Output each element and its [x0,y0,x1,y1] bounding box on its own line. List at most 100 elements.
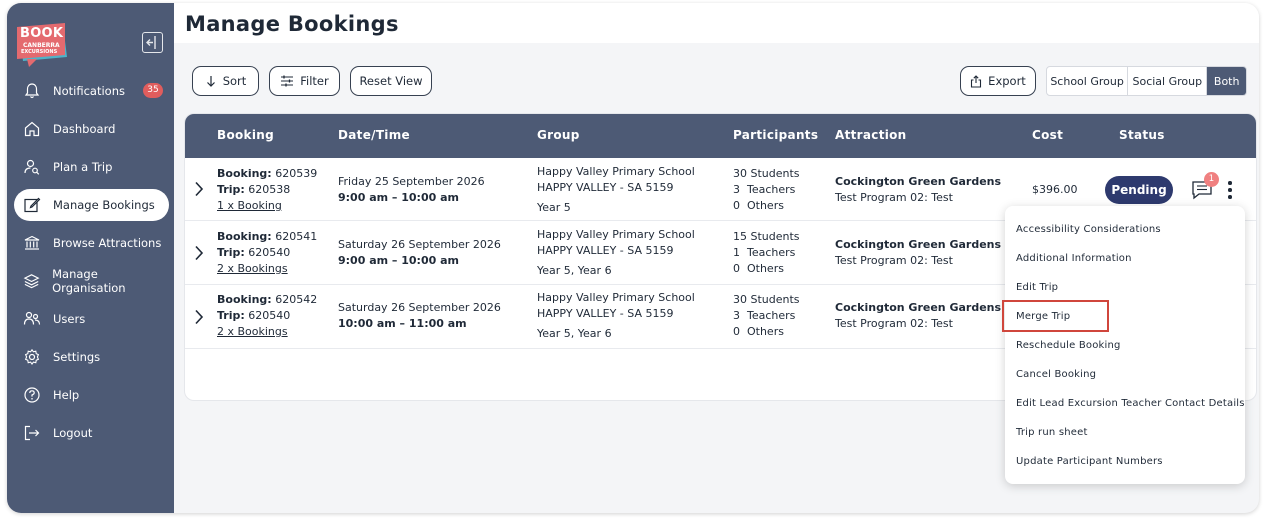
logo-text-excursions: EXCURSIONS [21,49,58,55]
segment-both[interactable]: Both [1207,67,1246,95]
bookings-link[interactable]: 2 x Bookings [217,324,288,340]
program-name: Test Program 02: Test [835,254,953,267]
program-name: Test Program 02: Test [835,191,953,204]
column-header-attraction[interactable]: Attraction [835,128,907,142]
logo-text-canberra: CANBERRA [23,42,60,49]
sidebar-item-label: Browse Attractions [53,236,162,250]
segment-social-group[interactable]: Social Group [1128,67,1208,95]
segment-school-group[interactable]: School Group [1047,67,1129,95]
sidebar-item-logout[interactable]: Logout [14,417,169,449]
users-icon [23,311,41,325]
gear-icon [24,348,40,366]
booking-id: 620542 [275,293,318,306]
attraction-name: Cockington Green Gardens [835,175,1002,188]
trip-id: 620540 [248,246,291,259]
teachers-count: 3 Teachers [733,309,796,322]
sidebar-item-dashboard[interactable]: Dashboard [14,113,169,145]
attraction-name: Cockington Green Gardens [835,238,1002,251]
reset-view-button[interactable]: Reset View [350,66,432,96]
trip-id: 620538 [248,183,291,196]
app-window: BOOK CANBERRA EXCURSIONS Notifications 3… [7,3,1259,513]
sidebar-item-browse-attractions[interactable]: Browse Attractions [14,227,169,259]
booking-id: 620541 [275,230,318,243]
group-type-toggle: School Group Social Group Both [1046,66,1247,96]
sidebar-item-help[interactable]: Help [14,379,169,411]
booking-cost: $396.00 [1032,183,1078,196]
table-header: Booking Date/Time Group Participants Att… [185,114,1256,158]
building-icon [24,235,40,250]
school-location: HAPPY VALLEY - SA 5159 [537,244,674,257]
chevron-right-icon[interactable] [194,309,204,325]
sidebar-item-plan-a-trip[interactable]: Plan a Trip [14,151,169,183]
chevron-right-icon[interactable] [194,181,204,197]
sidebar-item-users[interactable]: Users [14,303,169,335]
logout-icon [24,425,40,441]
sidebar-item-label: Logout [53,426,93,440]
menu-item-trip-run-sheet[interactable]: Trip run sheet [1016,427,1088,438]
sidebar-item-manage-organisation[interactable]: Manage Organisation [14,265,169,297]
menu-item-cancel-booking[interactable]: Cancel Booking [1016,369,1096,380]
export-button[interactable]: Export [960,66,1036,96]
sidebar-item-label: Help [53,388,80,402]
school-location: HAPPY VALLEY - SA 5159 [537,181,674,194]
school-name: Happy Valley Primary School [537,165,695,178]
column-header-booking[interactable]: Booking [217,128,274,142]
sidebar-item-label: Users [53,312,86,326]
layers-icon [23,274,40,289]
sidebar-item-label: Notifications [53,84,125,98]
menu-item-additional-information[interactable]: Additional Information [1016,253,1132,264]
sidebar-item-manage-bookings[interactable]: Manage Bookings [14,189,169,221]
school-name: Happy Valley Primary School [537,228,695,241]
sidebar-item-label: Manage Bookings [53,198,155,212]
column-header-status[interactable]: Status [1119,128,1165,142]
bookings-link[interactable]: 1 x Booking [217,198,282,214]
sort-button[interactable]: Sort [192,66,259,96]
booking-time: 9:00 am – 10:00 am [338,254,459,267]
booking-label: Booking: [217,167,272,180]
menu-item-edit-trip[interactable]: Edit Trip [1016,282,1058,293]
school-years: Year 5, Year 6 [537,264,612,277]
reset-view-button-label: Reset View [359,74,423,88]
column-header-cost[interactable]: Cost [1032,128,1063,142]
school-years: Year 5 [537,201,571,214]
sidebar-item-label: Dashboard [53,122,116,136]
others-count: 0 Others [733,262,784,275]
menu-item-reschedule-booking[interactable]: Reschedule Booking [1016,340,1121,351]
page-header: Manage Bookings [174,3,1259,43]
school-name: Happy Valley Primary School [537,291,695,304]
school-years: Year 5, Year 6 [537,327,612,340]
program-name: Test Program 02: Test [835,317,953,330]
notifications-count-badge: 35 [143,83,163,98]
status-badge: Pending [1105,176,1173,204]
brand-logo[interactable]: BOOK CANBERRA EXCURSIONS [15,23,71,67]
sidebar-item-settings[interactable]: Settings [14,341,169,373]
menu-item-accessibility-considerations[interactable]: Accessibility Considerations [1016,224,1161,235]
column-header-group[interactable]: Group [537,128,580,142]
booking-label: Booking: [217,293,272,306]
filter-button[interactable]: Filter [269,66,340,96]
menu-item-edit-lead-teacher-contact[interactable]: Edit Lead Excursion Teacher Contact Deta… [1016,398,1245,409]
column-header-participants[interactable]: Participants [733,128,818,142]
sidebar-item-label: Plan a Trip [53,160,113,174]
column-header-date-time[interactable]: Date/Time [338,128,410,142]
trip-id: 620540 [248,309,291,322]
trip-label: Trip: [217,309,245,322]
sidebar-item-label: Manage Organisation [52,267,126,295]
booking-date: Friday 25 September 2026 [338,175,485,188]
page-title: Manage Bookings [185,12,399,36]
sort-button-label: Sort [222,74,247,88]
bookings-link[interactable]: 2 x Bookings [217,261,288,277]
more-options-icon[interactable] [1227,180,1233,200]
export-icon [971,74,982,88]
others-count: 0 Others [733,199,784,212]
school-location: HAPPY VALLEY - SA 5159 [537,307,674,320]
chevron-right-icon[interactable] [194,245,204,261]
home-icon [24,121,40,137]
merge-trip-highlight-box [1002,300,1109,332]
row-actions-menu: Accessibility Considerations Additional … [1005,206,1245,484]
collapse-sidebar-button[interactable] [142,32,163,53]
others-count: 0 Others [733,325,784,338]
students-count: 30 Students [733,167,800,180]
teachers-count: 1 Teachers [733,246,796,259]
menu-item-update-participant-numbers[interactable]: Update Participant Numbers [1016,456,1163,467]
